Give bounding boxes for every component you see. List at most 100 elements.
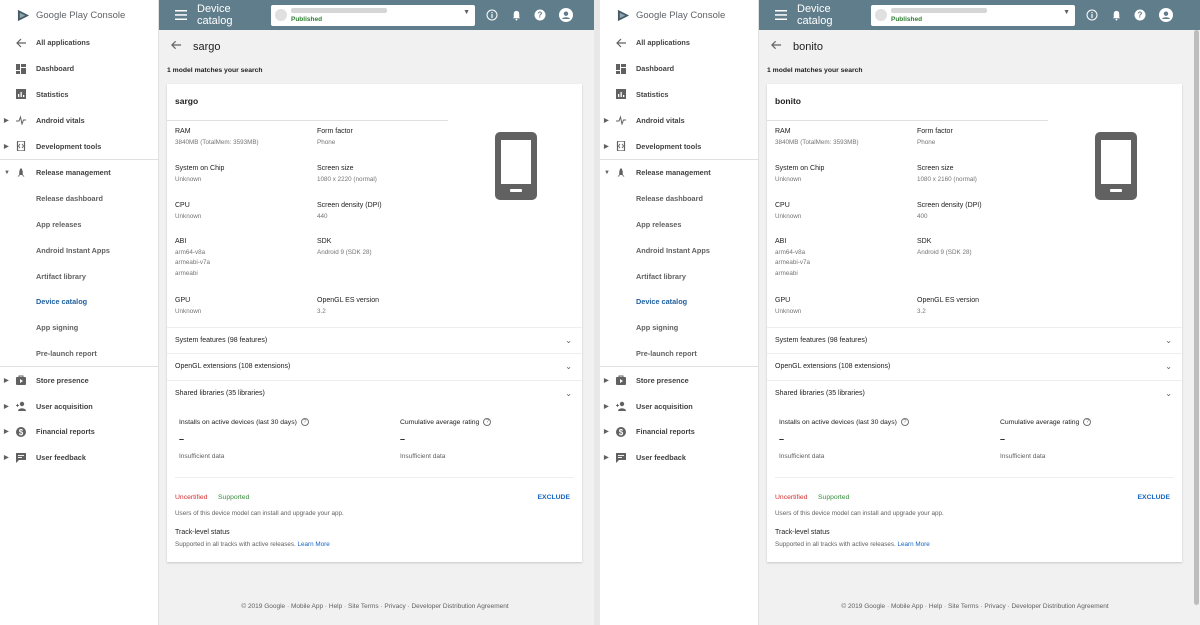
chevron-down-icon[interactable]: ⌄	[1165, 389, 1172, 398]
menu-icon[interactable]	[171, 10, 191, 20]
back-arrow-icon[interactable]	[171, 40, 183, 53]
scrollbar[interactable]	[1193, 30, 1200, 605]
caret-down-icon[interactable]: ▼	[604, 170, 610, 176]
caret-right-icon[interactable]: ▶	[604, 403, 609, 410]
sidebar-subitem-device-catalog[interactable]: Device catalog	[0, 289, 158, 315]
bell-icon[interactable]	[509, 8, 523, 22]
sidebar-subitem-android-instant-apps[interactable]: Android Instant Apps	[0, 237, 158, 263]
nav-icon-wrap: $	[16, 426, 26, 437]
sidebar-subitem-app-releases[interactable]: App releases	[0, 212, 158, 238]
expander-row[interactable]: OpenGL extensions (108 extensions) ⌄	[767, 353, 1182, 379]
spec-gpu-value: Unknown	[175, 307, 202, 315]
sidebar-item-statistics[interactable]: Statistics	[600, 82, 758, 108]
sidebar-subitem-artifact-library[interactable]: Artifact library	[0, 263, 158, 289]
sidebar-item-store-presence[interactable]: ▶ Store presence	[600, 367, 758, 393]
section-divider	[775, 477, 1174, 478]
learn-more-link[interactable]: Learn More	[298, 541, 330, 548]
chevron-down-icon[interactable]: ⌄	[565, 336, 572, 345]
caret-right-icon[interactable]: ▶	[4, 428, 9, 435]
nav-icon-wrap	[16, 375, 26, 386]
sidebar-item-user-acquisition[interactable]: ▶ User acquisition	[600, 393, 758, 419]
installs-label: Installs on active devices (last 30 days…	[179, 418, 309, 426]
console-pane-right: Google Play Console All applications Dash…	[600, 0, 1200, 625]
caret-right-icon[interactable]: ▶	[604, 377, 609, 384]
sidebar-item-release-management[interactable]: ▼ Release management	[600, 160, 758, 186]
account-icon[interactable]	[1159, 8, 1173, 22]
sidebar-subitem-pre-launch-report[interactable]: Pre-launch report	[0, 341, 158, 367]
exclude-button[interactable]: EXCLUDE	[538, 494, 570, 501]
caret-down-icon[interactable]: ▼	[4, 170, 10, 176]
sidebar-subitem-app-signing[interactable]: App signing	[600, 315, 758, 341]
sidebar-item-user-acquisition[interactable]: ▶ User acquisition	[0, 393, 158, 419]
caret-right-icon[interactable]: ▶	[4, 143, 9, 150]
sidebar-item-dashboard[interactable]: Dashboard	[0, 56, 158, 82]
sidebar-item-label: Android vitals	[636, 115, 685, 125]
caret-right-icon[interactable]: ▶	[4, 403, 9, 410]
sidebar-item-store-presence[interactable]: ▶ Store presence	[0, 367, 158, 393]
sidebar-item-all-applications[interactable]: All applications	[0, 30, 158, 56]
menu-icon[interactable]	[771, 10, 791, 20]
caret-right-icon[interactable]: ▶	[4, 377, 9, 384]
card-divider	[767, 120, 1048, 121]
sidebar-item-development-tools[interactable]: ▶ Development tools	[0, 133, 158, 159]
bell-icon[interactable]	[1109, 8, 1123, 22]
sidebar-subitem-device-catalog[interactable]: Device catalog	[600, 289, 758, 315]
sidebar-item-financial-reports[interactable]: ▶ $ Financial reports	[0, 419, 158, 445]
nav-icon-wrap	[16, 115, 26, 126]
chevron-down-icon[interactable]: ⌄	[1165, 362, 1172, 371]
expander-row[interactable]: OpenGL extensions (108 extensions) ⌄	[167, 353, 582, 379]
sidebar-item-release-management[interactable]: ▼ Release management	[0, 160, 158, 186]
scrollbar-thumb[interactable]	[1194, 30, 1199, 605]
help-circle-icon[interactable]: ?	[300, 418, 309, 426]
chevron-down-icon[interactable]: ⌄	[565, 362, 572, 371]
sidebar-subitem-app-signing[interactable]: App signing	[0, 315, 158, 341]
caret-right-icon[interactable]: ▶	[604, 143, 609, 150]
brand[interactable]: Google Play Console	[0, 0, 158, 30]
help-icon[interactable]: ?	[1133, 8, 1147, 22]
expander-row[interactable]: Shared libraries (35 libraries) ⌄	[167, 379, 582, 406]
chevron-down-icon[interactable]: ⌄	[1165, 336, 1172, 345]
exclude-button[interactable]: EXCLUDE	[1138, 494, 1170, 501]
sidebar-item-financial-reports[interactable]: ▶ $ Financial reports	[600, 419, 758, 445]
sidebar-item-dashboard[interactable]: Dashboard	[600, 56, 758, 82]
help-circle-icon[interactable]: ?	[900, 418, 909, 426]
sidebar-item-user-feedback[interactable]: ▶ User feedback	[600, 445, 758, 471]
sidebar-item-all-applications[interactable]: All applications	[600, 30, 758, 56]
sidebar-subitem-android-instant-apps[interactable]: Android Instant Apps	[600, 237, 758, 263]
spec-screen-size-value: 1080 x 2220 (normal)	[317, 175, 377, 183]
expander-row[interactable]: Shared libraries (35 libraries) ⌄	[767, 379, 1182, 406]
sidebar-item-user-feedback[interactable]: ▶ User feedback	[0, 445, 158, 471]
sidebar-item-android-vitals[interactable]: ▶ Android vitals	[0, 107, 158, 133]
help-circle-icon[interactable]: ?	[1083, 418, 1092, 426]
nav-icon-wrap	[616, 115, 626, 126]
info-icon[interactable]	[1085, 8, 1099, 22]
help-circle-icon[interactable]: ?	[483, 418, 492, 426]
sidebar-subitem-pre-launch-report[interactable]: Pre-launch report	[600, 341, 758, 367]
sidebar-subitem-app-releases[interactable]: App releases	[600, 212, 758, 238]
sidebar-subitem-release-dashboard[interactable]: Release dashboard	[600, 186, 758, 212]
installs-label: Installs on active devices (last 30 days…	[779, 418, 909, 426]
app-selector[interactable]: Published ▼	[871, 4, 1075, 26]
caret-right-icon[interactable]: ▶	[4, 117, 9, 124]
learn-more-link[interactable]: Learn More	[898, 541, 930, 548]
sidebar-item-statistics[interactable]: Statistics	[0, 82, 158, 108]
spec-ram-label: RAM	[775, 128, 791, 135]
rating-label: Cumulative average rating?	[400, 418, 492, 426]
caret-right-icon[interactable]: ▶	[604, 428, 609, 435]
chevron-down-icon[interactable]: ⌄	[565, 389, 572, 398]
sidebar-item-android-vitals[interactable]: ▶ Android vitals	[600, 107, 758, 133]
info-icon[interactable]	[485, 8, 499, 22]
caret-right-icon[interactable]: ▶	[604, 454, 609, 461]
sidebar-subitem-artifact-library[interactable]: Artifact library	[600, 263, 758, 289]
sidebar-item-development-tools[interactable]: ▶ Development tools	[600, 133, 758, 159]
account-icon[interactable]	[559, 8, 573, 22]
sidebar-subitem-release-dashboard[interactable]: Release dashboard	[0, 186, 158, 212]
expander-row[interactable]: System features (98 features) ⌄	[167, 327, 582, 353]
caret-right-icon[interactable]: ▶	[4, 454, 9, 461]
help-icon[interactable]: ?	[533, 8, 547, 22]
expander-row[interactable]: System features (98 features) ⌄	[767, 327, 1182, 353]
back-arrow-icon[interactable]	[771, 40, 783, 53]
caret-right-icon[interactable]: ▶	[604, 117, 609, 124]
app-selector[interactable]: Published ▼	[271, 4, 475, 26]
brand[interactable]: Google Play Console	[600, 0, 758, 30]
